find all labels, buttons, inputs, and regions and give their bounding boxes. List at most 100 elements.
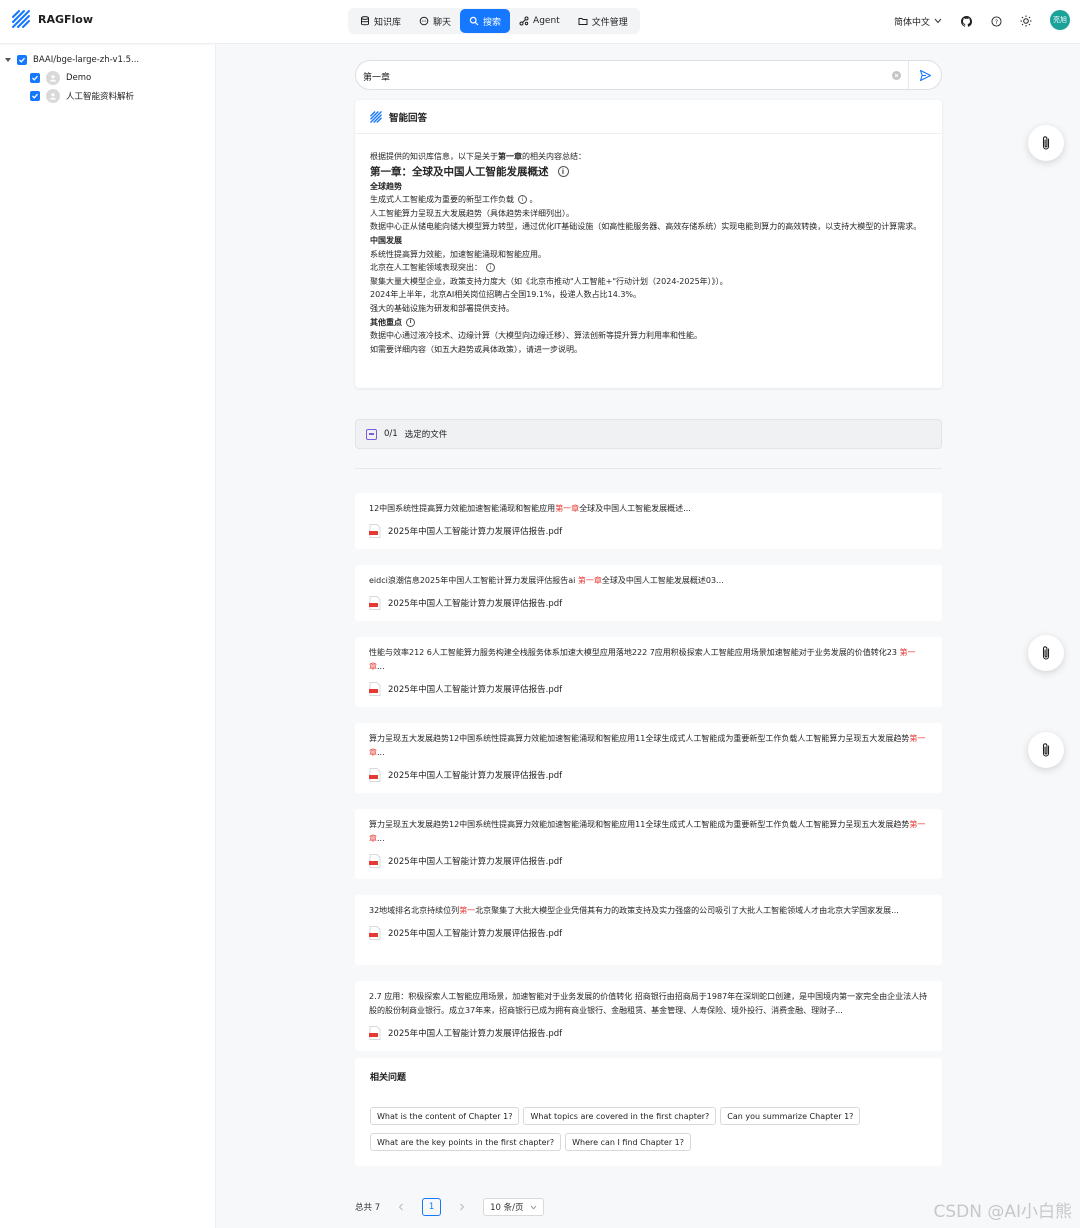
user-avatar[interactable]: 亮旭 bbox=[1050, 10, 1070, 30]
checkbox-checked[interactable] bbox=[30, 91, 40, 101]
related-question-chip[interactable]: What are the key points in the first cha… bbox=[370, 1133, 562, 1151]
citation-info-icon[interactable]: i bbox=[557, 166, 569, 178]
related-question-chip[interactable]: Can you summarize Chapter 1? bbox=[720, 1107, 861, 1125]
related-question-list: What is the content of Chapter 1? What t… bbox=[370, 1107, 890, 1151]
nav-file-management[interactable]: 文件管理 bbox=[569, 9, 637, 33]
citation-info-icon[interactable]: i bbox=[406, 317, 415, 327]
pdf-file-icon bbox=[369, 596, 381, 610]
checkbox-checked[interactable] bbox=[30, 73, 40, 83]
github-icon[interactable] bbox=[960, 15, 972, 27]
snippet-pre: 算力呈现五大发展趋势12中国系统性提高算力效能加速智能涌现和智能应用11全球生成… bbox=[369, 820, 910, 829]
file-name: 2025年中国人工智能计算力发展评估报告.pdf bbox=[388, 685, 563, 695]
file-name: 2025年中国人工智能计算力发展评估报告.pdf bbox=[388, 771, 563, 781]
result-file-link[interactable]: 2025年中国人工智能计算力发展评估报告.pdf bbox=[369, 1026, 929, 1040]
snippet-pre: 12中国系统性提高算力效能加速智能涌现和智能应用 bbox=[369, 504, 556, 513]
result-file-link[interactable]: 2025年中国人工智能计算力发展评估报告.pdf bbox=[369, 926, 929, 940]
result-card[interactable]: 性能与效率212 6人工智能算力服务构建全栈服务体系加速大模型应用落地222 7… bbox=[355, 637, 942, 707]
prev-page-button[interactable] bbox=[392, 1198, 410, 1216]
result-file-link[interactable]: 2025年中国人工智能计算力发展评估报告.pdf bbox=[369, 768, 929, 782]
result-card[interactable]: 算力呈现五大发展趋势12中国系统性提高算力效能加速智能涌现和智能应用11全球生成… bbox=[355, 809, 942, 879]
related-question-chip[interactable]: Where can I find Chapter 1? bbox=[565, 1133, 691, 1151]
send-icon bbox=[919, 69, 931, 81]
related-question-chip[interactable]: What is the content of Chapter 1? bbox=[370, 1107, 520, 1125]
chevron-left-icon bbox=[398, 1203, 403, 1211]
kb-label: Demo bbox=[66, 73, 92, 83]
page-size-select[interactable]: 10 条/页 bbox=[483, 1198, 544, 1216]
result-file-link[interactable]: 2025年中国人工智能计算力发展评估报告.pdf bbox=[369, 524, 929, 538]
line-text: 北京在人工智能领域表现突出： bbox=[370, 263, 482, 273]
checkbox-checked[interactable] bbox=[17, 55, 27, 65]
knowledge-base-sidebar: BAAI/bge-large-zh-v1.5... Demo 人工智能资料解析 bbox=[0, 45, 216, 1228]
folder-icon bbox=[578, 18, 588, 25]
send-button[interactable] bbox=[908, 61, 941, 89]
tree-item-ai-docs[interactable]: 人工智能资料解析 bbox=[30, 89, 134, 103]
chevron-down-icon bbox=[530, 1205, 536, 1210]
answer-line: 2024年上半年，北京AI相关岗位招聘占全国19.1%，投递人数占比14.3%。 bbox=[370, 290, 642, 300]
help-icon[interactable]: ? bbox=[990, 15, 1002, 27]
search-input[interactable] bbox=[363, 67, 883, 85]
pdf-file-icon bbox=[369, 682, 381, 696]
result-file-link[interactable]: 2025年中国人工智能计算力发展评估报告.pdf bbox=[369, 596, 929, 610]
answer-line: 生成式人工智能成为重要的新型工作负载 i 。 bbox=[370, 193, 928, 207]
result-card[interactable]: 12中国系统性提高算力效能加速智能涌现和智能应用第一章全球及中国人工智能发展概述… bbox=[355, 493, 942, 549]
citation-info-icon[interactable]: i bbox=[486, 263, 495, 273]
caret-down-icon[interactable] bbox=[5, 58, 11, 62]
answer-line: 人工智能算力呈现五大发展趋势（具体趋势未详细列出）。 bbox=[370, 208, 574, 218]
result-card[interactable]: 2.7 应用：积极探索人工智能应用场景，加速智能对于业务发展的价值转化 招商银行… bbox=[355, 981, 942, 1051]
snippet-pre: 算力呈现五大发展趋势12中国系统性提高算力效能加速智能涌现和智能应用11全球生成… bbox=[369, 734, 910, 743]
main-nav: 知识库 聊天 搜索 Agent 文件管理 bbox=[348, 8, 640, 34]
theme-sun-icon[interactable] bbox=[1020, 15, 1032, 27]
related-question-chip[interactable]: What topics are covered in the first cha… bbox=[523, 1107, 717, 1125]
answer-line: 系统性提高算力效能，加速智能涌现和智能应用。 bbox=[370, 249, 546, 259]
snippet-post: ... bbox=[377, 662, 385, 671]
result-snippet: eidci浪潮信息2025年中国人工智能计算力发展评估报告ai 第一章全球及中国… bbox=[369, 574, 929, 588]
related-title: 相关问题 bbox=[370, 1073, 407, 1083]
result-file-link[interactable]: 2025年中国人工智能计算力发展评估报告.pdf bbox=[369, 682, 929, 696]
chevron-right-icon bbox=[460, 1203, 465, 1211]
intro-suffix: 的相关内容总结： bbox=[522, 152, 586, 161]
tree-root[interactable]: BAAI/bge-large-zh-v1.5... bbox=[5, 55, 139, 65]
result-snippet: 12中国系统性提高算力效能加速智能涌现和智能应用第一章全球及中国人工智能发展概述… bbox=[369, 502, 929, 516]
watermark: CSDN @AI小白熊 bbox=[933, 1202, 1072, 1222]
result-card[interactable]: eidci浪潮信息2025年中国人工智能计算力发展评估报告ai 第一章全球及中国… bbox=[355, 565, 942, 621]
nav-label: 搜索 bbox=[483, 17, 502, 28]
clear-icon[interactable] bbox=[892, 71, 901, 80]
language-label: 简体中文 bbox=[893, 17, 930, 28]
agent-icon bbox=[519, 16, 529, 26]
nav-agent[interactable]: Agent bbox=[510, 9, 569, 33]
section-title: 其他重点 i bbox=[370, 316, 928, 330]
page-number-current[interactable]: 1 bbox=[422, 1198, 442, 1216]
nav-chat[interactable]: 聊天 bbox=[410, 9, 460, 33]
user-avatar-icon bbox=[46, 89, 60, 103]
result-snippet: 算力呈现五大发展趋势12中国系统性提高算力效能加速智能涌现和智能应用11全球生成… bbox=[369, 732, 929, 760]
related-questions-card: 相关问题 What is the content of Chapter 1? W… bbox=[355, 1058, 942, 1166]
answer-body: 根据提供的知识库信息，以下是关于第一章的相关内容总结： 第一章：全球及中国人工智… bbox=[355, 134, 942, 356]
snippet-pre: 2.7 应用：积极探索人工智能应用场景，加速智能对于业务发展的价值转化 招商银行… bbox=[369, 992, 928, 1015]
paperclip-icon bbox=[1042, 646, 1050, 660]
app-logo[interactable]: RAGFlow bbox=[10, 8, 93, 30]
result-snippet: 算力呈现五大发展趋势12中国系统性提高算力效能加速智能涌现和智能应用11全球生成… bbox=[369, 818, 929, 846]
attach-float-button[interactable] bbox=[1028, 732, 1064, 768]
language-selector[interactable]: 简体中文 bbox=[894, 15, 942, 28]
attach-float-button[interactable] bbox=[1028, 125, 1064, 161]
snippet-pre: 32地域排名北京持续位列 bbox=[369, 906, 460, 915]
tree-item-demo[interactable]: Demo bbox=[30, 71, 91, 85]
section-title: 中国发展 bbox=[370, 235, 402, 245]
nav-label: 知识库 bbox=[374, 17, 402, 28]
nav-knowledge-base[interactable]: 知识库 bbox=[351, 9, 410, 33]
attach-float-button[interactable] bbox=[1028, 635, 1064, 671]
answer-line: 聚集大量大模型企业，政策支持力度大（如《北京市推动"人工智能+"行动计划（202… bbox=[370, 276, 728, 286]
result-file-link[interactable]: 2025年中国人工智能计算力发展评估报告.pdf bbox=[369, 854, 929, 868]
indeterminate-checkbox[interactable] bbox=[366, 428, 377, 440]
result-card[interactable]: 算力呈现五大发展趋势12中国系统性提高算力效能加速智能涌现和智能应用11全球生成… bbox=[355, 723, 942, 793]
result-snippet: 32地域排名北京持续位列第一北京聚集了大批大模型企业凭借其有力的政策支持及实力强… bbox=[369, 904, 929, 918]
paperclip-icon bbox=[1042, 136, 1050, 150]
nav-label: 文件管理 bbox=[591, 17, 628, 28]
pdf-file-icon bbox=[369, 524, 381, 538]
nav-search[interactable]: 搜索 bbox=[460, 9, 511, 33]
citation-info-icon[interactable]: i bbox=[518, 195, 527, 205]
file-name: 2025年中国人工智能计算力发展评估报告.pdf bbox=[388, 1029, 563, 1039]
next-page-button[interactable] bbox=[453, 1198, 471, 1216]
result-card[interactable]: 32地域排名北京持续位列第一北京聚集了大批大模型企业凭借其有力的政策支持及实力强… bbox=[355, 895, 942, 965]
answer-heading: 第一章：全球及中国人工智能发展概述 i bbox=[370, 164, 928, 180]
